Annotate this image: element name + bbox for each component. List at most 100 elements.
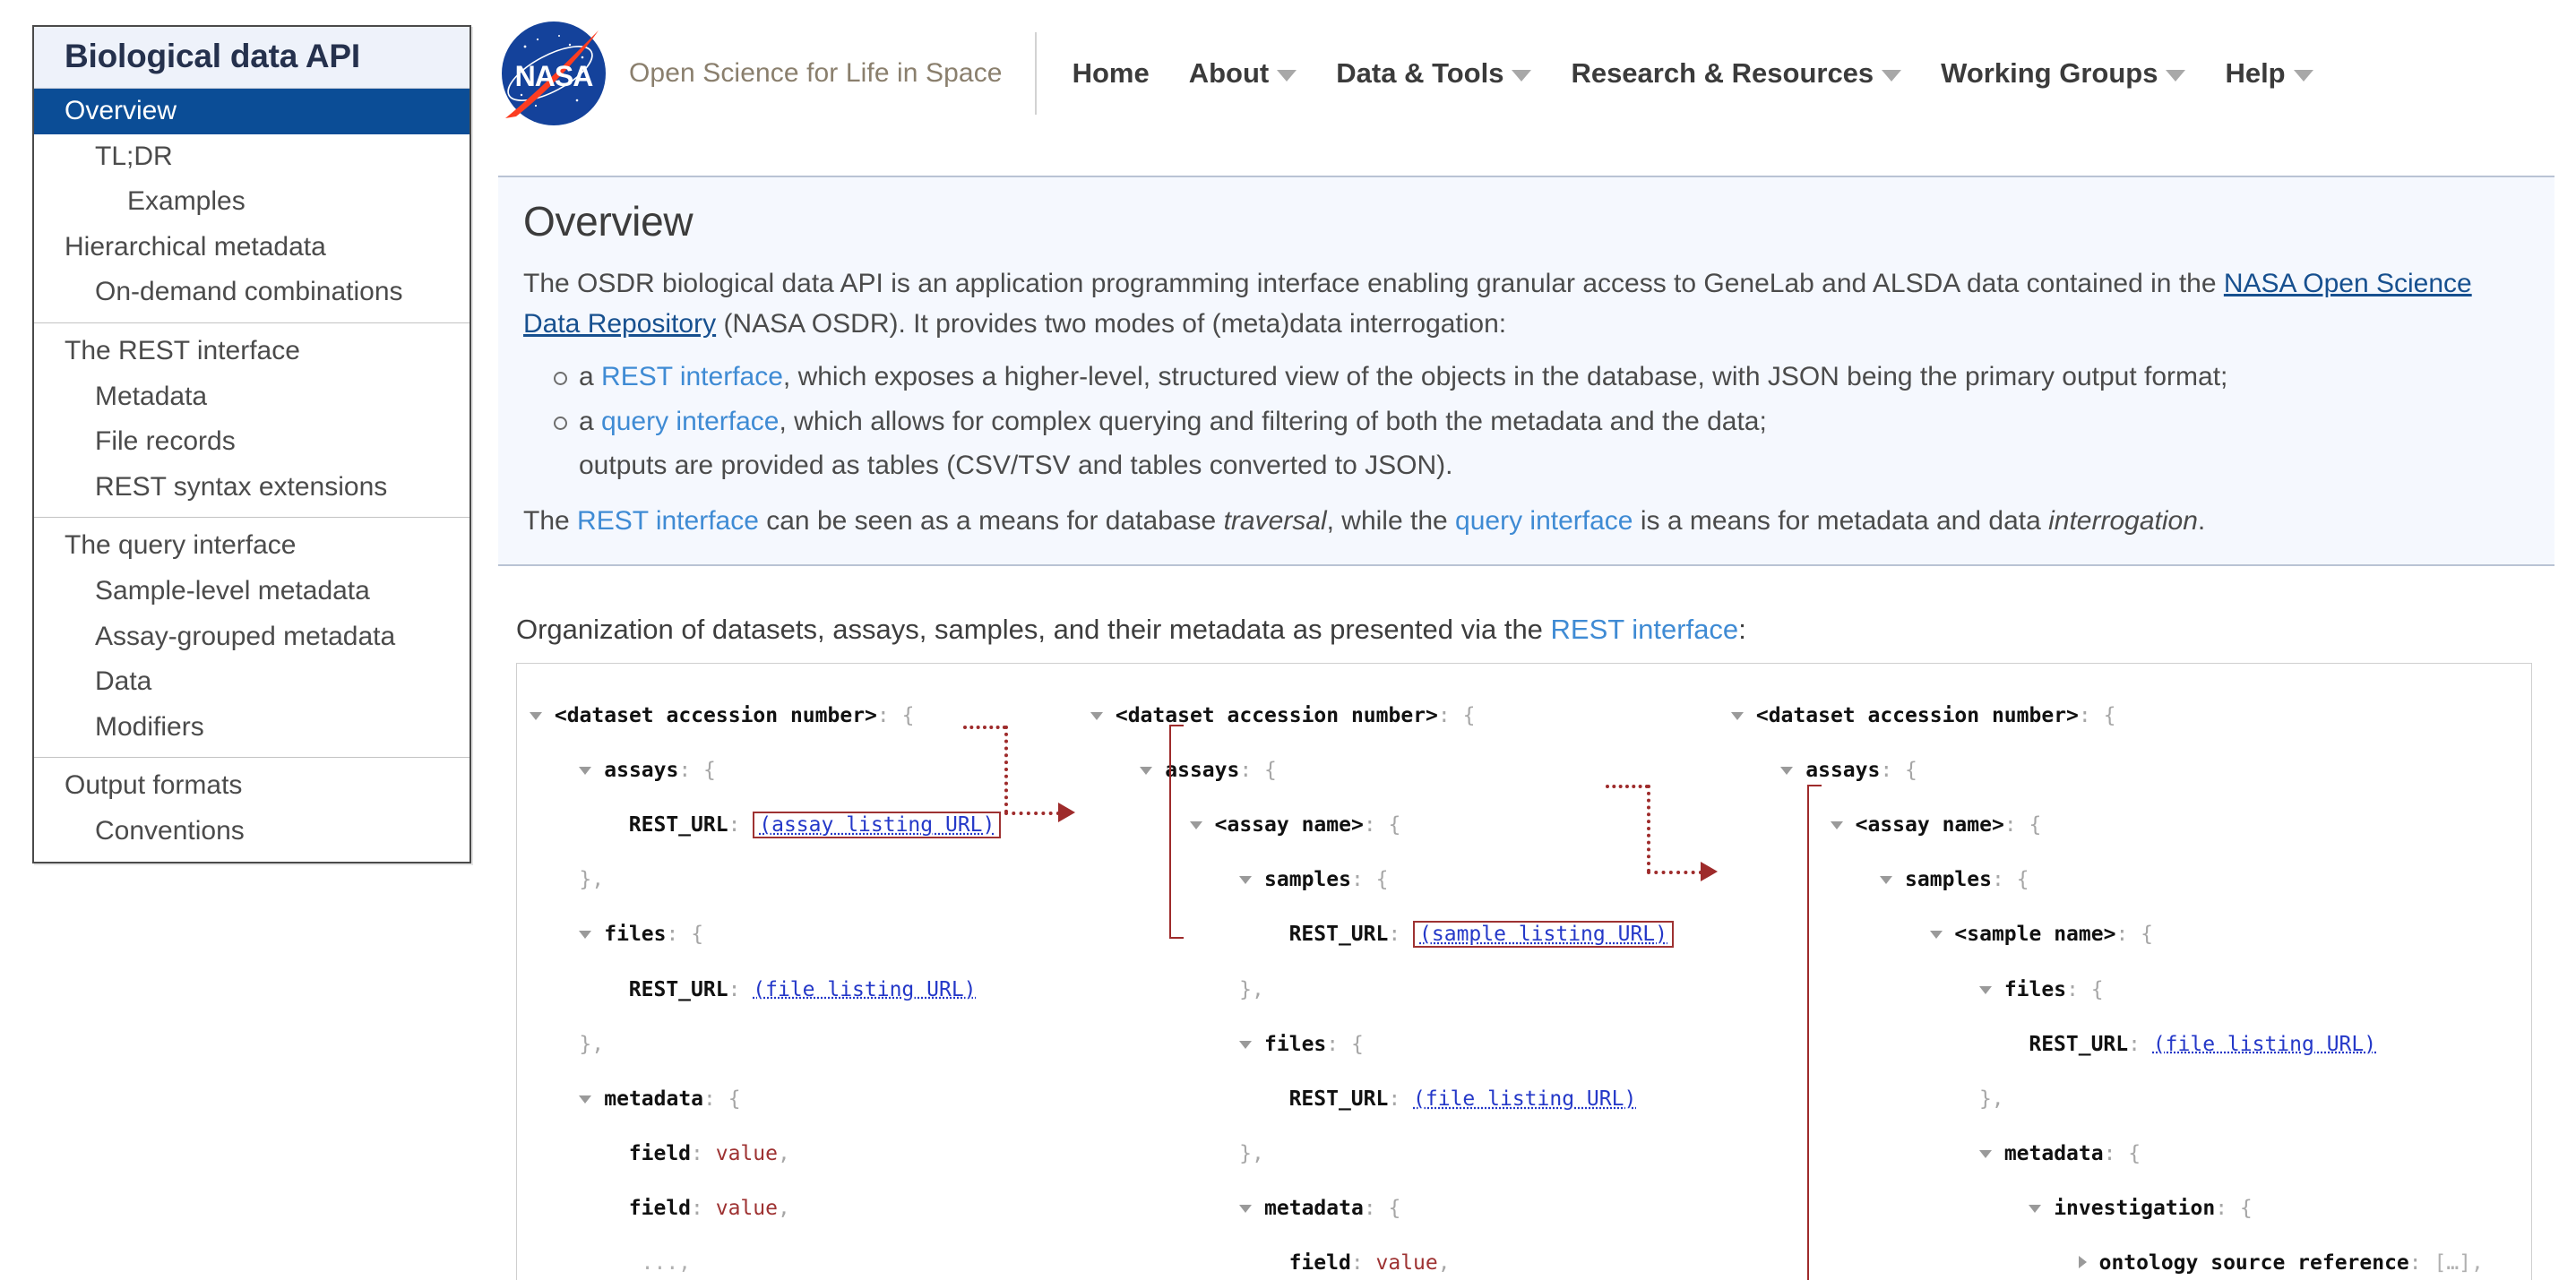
triangle-down-icon[interactable] bbox=[1239, 1040, 1253, 1049]
link-sample-listing-url[interactable]: (sample listing URL) bbox=[1419, 923, 1667, 946]
caption-text-a: Organization of datasets, assays, sample… bbox=[516, 614, 1551, 645]
sidebar-item-the-query-interface[interactable]: The query interface bbox=[34, 523, 470, 569]
header-divider bbox=[1034, 32, 1037, 115]
link-file-listing-url[interactable]: (file listing URL) bbox=[753, 978, 976, 1001]
token-samples: samples bbox=[1905, 868, 1992, 892]
bullet2-text-b: , which allows for complex querying and … bbox=[779, 406, 1767, 436]
link-rest-interface-2[interactable]: REST interface bbox=[577, 506, 759, 536]
sidebar-item-assay-grouped-metadata[interactable]: Assay-grouped metadata bbox=[34, 614, 470, 660]
triangle-down-icon[interactable] bbox=[1830, 820, 1843, 829]
diagram-column-dataset-level: <dataset accession number>: { assays: { … bbox=[530, 674, 1002, 1280]
triangle-down-icon[interactable] bbox=[1929, 931, 1943, 940]
triangle-down-icon[interactable] bbox=[1780, 766, 1794, 775]
code-line: REST_URL: (assay listing URL) bbox=[530, 811, 1002, 839]
token-close-brace: }, bbox=[1978, 1087, 2004, 1111]
overview-p1-text-b: (NASA OSDR). It provides two modes of (m… bbox=[716, 309, 1507, 339]
triangle-down-icon[interactable] bbox=[1140, 766, 1153, 775]
overview-p2-text-c: , while the bbox=[1326, 505, 1456, 536]
triangle-down-icon[interactable] bbox=[530, 711, 542, 720]
overview-emphasis-interrogation: interrogation bbox=[2048, 505, 2198, 536]
token-metadata: metadata bbox=[2003, 1142, 2104, 1166]
token-open-brace: { bbox=[1462, 703, 1476, 727]
code-line: <dataset accession number>: { bbox=[1731, 702, 2484, 730]
overview-p2-text-e: . bbox=[2197, 505, 2206, 536]
overview-p2-text-a: The bbox=[523, 505, 578, 536]
triangle-down-icon[interactable] bbox=[1978, 985, 1992, 994]
list-item-outputs-continuation: outputs are provided as tables (CSV/TSV … bbox=[579, 451, 1453, 481]
sidebar-item-file-records[interactable]: File records bbox=[34, 419, 470, 465]
triangle-down-icon[interactable] bbox=[1731, 711, 1744, 720]
triangle-down-icon[interactable] bbox=[579, 931, 592, 940]
chevron-down-icon bbox=[1277, 70, 1297, 82]
sidebar-item-examples[interactable]: Examples bbox=[34, 179, 470, 225]
nav-item-about[interactable]: About bbox=[1189, 57, 1297, 90]
code-line: ..., bbox=[530, 1250, 1001, 1277]
token-rest-url: REST_URL bbox=[628, 977, 728, 1001]
code-line: field: value, bbox=[628, 1197, 790, 1221]
sidebar-item-sample-level-metadata[interactable]: Sample-level metadata bbox=[34, 569, 470, 614]
sidebar-item-rest-syntax-extensions[interactable]: REST syntax extensions bbox=[34, 465, 470, 511]
token-files: files bbox=[2003, 977, 2067, 1001]
triangle-down-icon[interactable] bbox=[1189, 820, 1202, 829]
token-rest-url: REST_URL bbox=[1288, 1087, 1389, 1111]
link-rest-interface[interactable]: REST interface bbox=[601, 362, 783, 391]
code-line: REST_URL: (file listing URL) bbox=[2029, 1032, 2377, 1056]
link-rest-interface-caption[interactable]: REST interface bbox=[1551, 614, 1739, 645]
connector-1-segment-top bbox=[963, 726, 1006, 729]
code-line: metadata: { bbox=[530, 1086, 1001, 1113]
sidebar-item-metadata[interactable]: Metadata bbox=[34, 374, 470, 420]
sidebar-item-conventions[interactable]: Conventions bbox=[34, 809, 470, 855]
triangle-right-icon[interactable] bbox=[2078, 1256, 2087, 1269]
link-query-interface[interactable]: query interface bbox=[601, 407, 779, 436]
site-header: NASA Open Science for Life in Space Home… bbox=[498, 16, 2559, 131]
bracket-assay-block-top bbox=[1169, 725, 1184, 726]
code-line: files: { bbox=[1731, 976, 2484, 1004]
code-line: files: { bbox=[530, 921, 1001, 949]
token-assays: assays bbox=[604, 758, 679, 782]
token-metadata: metadata bbox=[1264, 1197, 1364, 1221]
token-open-brace: { bbox=[1905, 758, 1917, 782]
connector-1-segment-bottom bbox=[1004, 812, 1060, 815]
nav-item-research-and-resources[interactable]: Research & Resources bbox=[1571, 57, 1902, 90]
triangle-down-icon[interactable] bbox=[2029, 1205, 2042, 1214]
nav-item-data-and-tools[interactable]: Data & Tools bbox=[1336, 57, 1532, 90]
sidebar-item-data[interactable]: Data bbox=[34, 659, 470, 705]
triangle-down-icon[interactable] bbox=[1239, 876, 1253, 885]
chevron-down-icon bbox=[1882, 70, 1902, 82]
link-file-listing-url[interactable]: (file listing URL) bbox=[2153, 1033, 2376, 1056]
sidebar-item-modifiers[interactable]: Modifiers bbox=[34, 705, 470, 751]
token-rest-url: REST_URL bbox=[628, 812, 728, 837]
overview-panel: Overview The OSDR biological data API is… bbox=[498, 176, 2554, 566]
token-open-brace: { bbox=[2128, 1142, 2141, 1166]
triangle-down-icon[interactable] bbox=[579, 766, 592, 775]
code-line: metadata: { bbox=[1731, 1140, 2484, 1168]
sidebar-item-hierarchical-metadata[interactable]: Hierarchical metadata bbox=[34, 225, 470, 271]
nav-item-help[interactable]: Help bbox=[2225, 57, 2313, 90]
link-file-listing-url[interactable]: (file listing URL) bbox=[1413, 1087, 1636, 1111]
sidebar-item-the-rest-interface[interactable]: The REST interface bbox=[34, 329, 470, 374]
triangle-down-icon[interactable] bbox=[1090, 711, 1103, 720]
triangle-down-icon[interactable] bbox=[579, 1095, 592, 1104]
nav-label-home: Home bbox=[1072, 57, 1150, 89]
triangle-down-icon[interactable] bbox=[1978, 1150, 1992, 1159]
chevron-down-icon bbox=[2293, 70, 2313, 82]
sidebar-item-tldr[interactable]: TL;DR bbox=[34, 134, 470, 180]
link-query-interface-2[interactable]: query interface bbox=[1455, 506, 1633, 536]
triangle-down-icon[interactable] bbox=[1880, 876, 1893, 885]
sidebar-item-overview[interactable]: Overview bbox=[34, 89, 470, 134]
nav-item-home[interactable]: Home bbox=[1073, 57, 1150, 90]
token-dataset: <dataset accession number> bbox=[554, 703, 877, 727]
token-rest-url: REST_URL bbox=[2029, 1032, 2129, 1056]
nasa-logo-icon[interactable]: NASA bbox=[498, 18, 609, 129]
nav-item-working-groups[interactable]: Working Groups bbox=[1941, 57, 2186, 90]
link-assay-listing-url[interactable]: (assay listing URL) bbox=[759, 813, 995, 837]
sidebar-item-on-demand-combinations[interactable]: On-demand combinations bbox=[34, 270, 470, 315]
rest-structure-diagram: <dataset accession number>: { assays: { … bbox=[516, 663, 2532, 1280]
highlight-box-assay-url: (assay listing URL) bbox=[753, 811, 1002, 838]
code-line: <dataset accession number>: { bbox=[530, 702, 1001, 730]
triangle-down-icon[interactable] bbox=[1239, 1205, 1253, 1214]
sidebar-item-output-formats[interactable]: Output formats bbox=[34, 763, 470, 809]
overview-paragraph-2: The REST interface can be seen as a mean… bbox=[523, 501, 2529, 541]
token-open-brace: { bbox=[2239, 1197, 2253, 1221]
token-investigation: investigation bbox=[2054, 1197, 2216, 1221]
